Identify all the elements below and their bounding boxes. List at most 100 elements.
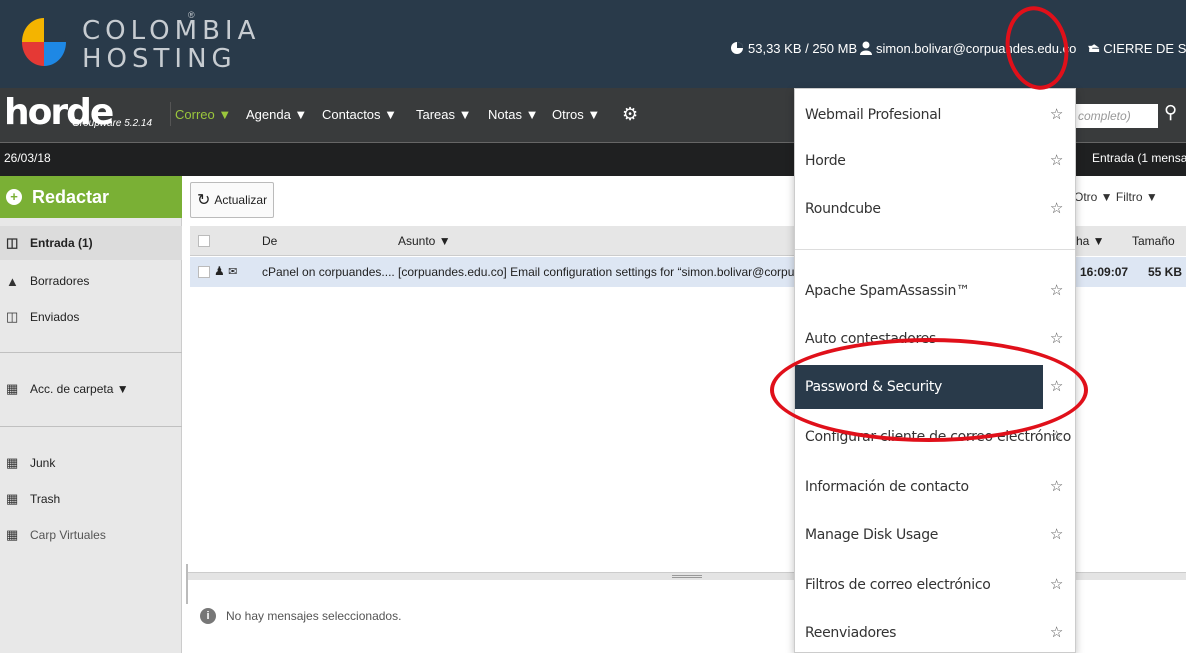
menu-item-webmail[interactable]: Webmail Profesional ☆ (795, 93, 1075, 137)
star-icon[interactable]: ☆ (1050, 377, 1063, 395)
folder-label: Trash (30, 492, 61, 506)
logout-icon: ⏏ (1088, 40, 1101, 55)
menu-item-horde[interactable]: Horde ☆ (795, 139, 1075, 183)
row-date: 16:09:07 (1080, 265, 1129, 279)
folder-label: Carp Virtuales (30, 528, 106, 542)
column-size[interactable]: Tamaño (1132, 234, 1175, 248)
search-input[interactable]: completo) (1072, 104, 1158, 128)
menu-item-label: Configurar cliente de correo electrónico (805, 429, 1071, 445)
divider (0, 352, 182, 353)
logout-button[interactable]: ⏏ CIERRE DE SESIÓ (1088, 39, 1186, 57)
folder-icon: ▦ (6, 491, 19, 506)
folder-junk[interactable]: ▦ Junk (0, 446, 182, 480)
folder-label: Junk (30, 456, 56, 470)
search-icon[interactable]: ⚲ (1164, 102, 1177, 123)
refresh-icon: ↻ (197, 192, 211, 209)
nav-notas[interactable]: Notas ▼ (488, 102, 538, 126)
column-subject[interactable]: Asunto ▼ (398, 234, 451, 248)
sidebar-resize-handle[interactable] (186, 564, 188, 604)
star-icon[interactable]: ☆ (1050, 427, 1063, 445)
inbox-info: Entrada (1 mensaje (1092, 151, 1186, 165)
nav-contactos[interactable]: Contactos ▼ (322, 102, 397, 126)
nav-tareas[interactable]: Tareas ▼ (416, 102, 472, 126)
divider (0, 426, 182, 427)
star-icon[interactable]: ☆ (1050, 623, 1063, 641)
user-icon (860, 41, 872, 55)
star-icon[interactable]: ☆ (1050, 525, 1063, 543)
menu-item-forwarders[interactable]: Reenviadores ☆ (795, 611, 1075, 653)
menu-item-contact-info[interactable]: Información de contacto ☆ (795, 465, 1075, 509)
menu-item-autoresponders[interactable]: Auto contestadores ☆ (795, 317, 1075, 361)
folder-icon: ▦ (6, 381, 19, 396)
menu-item-label: Webmail Profesional (805, 107, 942, 123)
menu-item-label: Manage Disk Usage (805, 527, 939, 543)
table-row[interactable]: ♟ ✉ cPanel on corpuandes.... [corpuandes… (190, 257, 796, 287)
nav-correo[interactable]: Correo ▼ (170, 102, 231, 126)
envelope-icon: ✉ (228, 266, 238, 278)
star-icon[interactable]: ☆ (1050, 199, 1063, 217)
filter-controls[interactable]: Otro ▼ Filtro ▼ (1074, 190, 1158, 204)
logo-text-line2: HOSTING (82, 44, 237, 74)
gear-icon[interactable]: ⚙ (622, 102, 638, 126)
folder-drafts[interactable]: ▲ Borradores (0, 264, 182, 298)
folder-label: Acc. de carpeta ▼ (30, 382, 129, 396)
nav-otros[interactable]: Otros ▼ (552, 102, 600, 126)
folder-label: Enviados (30, 310, 80, 324)
select-all-checkbox[interactable] (198, 235, 210, 247)
row-subject: [corpuandes.edu.co] Email configuration … (398, 265, 796, 279)
user-dropdown-menu: Webmail Profesional ☆ Horde ☆ Roundcube … (794, 88, 1076, 653)
menu-item-label: Auto contestadores (805, 331, 936, 347)
message-list-header: De Asunto ▼ (190, 226, 796, 256)
logo-text-line1: COLOMBIA (82, 16, 261, 46)
menu-item-email-filters[interactable]: Filtros de correo electrónico ☆ (795, 563, 1075, 607)
preview-text: No hay mensajes seleccionados. (226, 609, 402, 623)
right-row-values: 16:09:07 55 KB (1070, 257, 1186, 287)
list-right-columns: cha ▼ Tamaño 16:09:07 55 KB (1070, 226, 1186, 287)
row-from: cPanel on corpuandes.... (262, 265, 395, 279)
folder-icon: ▦ (6, 455, 19, 470)
person-icon: ♟ (214, 264, 225, 278)
star-icon[interactable]: ☆ (1050, 151, 1063, 169)
star-icon[interactable]: ☆ (1050, 477, 1063, 495)
virtual-folder-icon: ▦ (6, 527, 19, 542)
folder-inbox[interactable]: ◫ Entrada (1) (0, 226, 182, 260)
folder-virtual[interactable]: ▦ Carp Virtuales (0, 518, 182, 552)
folder-actions[interactable]: ▦ Acc. de carpeta ▼ (0, 372, 182, 406)
star-icon[interactable]: ☆ (1050, 575, 1063, 593)
message-toolbar: ↻ Actualizar (190, 182, 796, 220)
disk-usage[interactable]: 53,33 KB / 250 MB (730, 39, 857, 57)
refresh-label: Actualizar (214, 193, 268, 207)
row-size: 55 KB (1148, 265, 1183, 279)
disk-usage-text: 53,33 KB / 250 MB (748, 40, 858, 56)
cpanel-top-bar: COLOMBIA HOSTING ® 53,33 KB / 250 MB sim… (0, 0, 1186, 88)
star-icon[interactable]: ☆ (1050, 281, 1063, 299)
preview-pane-message: i No hay mensajes seleccionados. (200, 608, 401, 624)
menu-divider (795, 249, 1075, 250)
folder-sent[interactable]: ◫ Enviados (0, 300, 182, 334)
star-icon[interactable]: ☆ (1050, 329, 1063, 347)
current-date: 26/03/18 (4, 151, 51, 165)
menu-item-disk-usage[interactable]: Manage Disk Usage ☆ (795, 513, 1075, 557)
sidebar: + Redactar ◫ Entrada (1) ▲ Borradores ◫ … (0, 176, 182, 653)
menu-item-configure-client[interactable]: Configurar cliente de correo electrónico… (795, 415, 1075, 459)
menu-item-spamassassin[interactable]: Apache SpamAssassin™ ☆ (795, 269, 1075, 313)
compose-button[interactable]: + Redactar (0, 176, 182, 218)
menu-item-label: Password & Security (805, 379, 943, 395)
logout-label: CIERRE DE SESIÓ (1103, 40, 1186, 56)
refresh-button[interactable]: ↻ Actualizar (190, 182, 275, 218)
colombia-hosting-logo[interactable]: COLOMBIA HOSTING ® (8, 6, 255, 84)
menu-item-label: Horde (805, 153, 846, 169)
row-checkbox[interactable] (198, 266, 210, 278)
star-icon[interactable]: ☆ (1050, 105, 1063, 123)
nav-agenda[interactable]: Agenda ▼ (246, 102, 307, 126)
horde-version: Groupware 5.2.14 (72, 118, 153, 129)
compose-label: Redactar (32, 186, 110, 207)
column-from[interactable]: De (262, 234, 277, 248)
user-email: simon.bolivar@corpuandes.edu.co (876, 40, 1077, 56)
folder-label: Entrada (1) (30, 236, 93, 250)
user-menu[interactable]: simon.bolivar@corpuandes.edu.co ▼ (860, 39, 1095, 57)
right-column-headers: cha ▼ Tamaño (1070, 226, 1186, 256)
folder-trash[interactable]: ▦ Trash (0, 482, 182, 516)
menu-item-roundcube[interactable]: Roundcube ☆ (795, 187, 1075, 231)
menu-item-password-security[interactable]: Password & Security ☆ (795, 365, 1063, 409)
